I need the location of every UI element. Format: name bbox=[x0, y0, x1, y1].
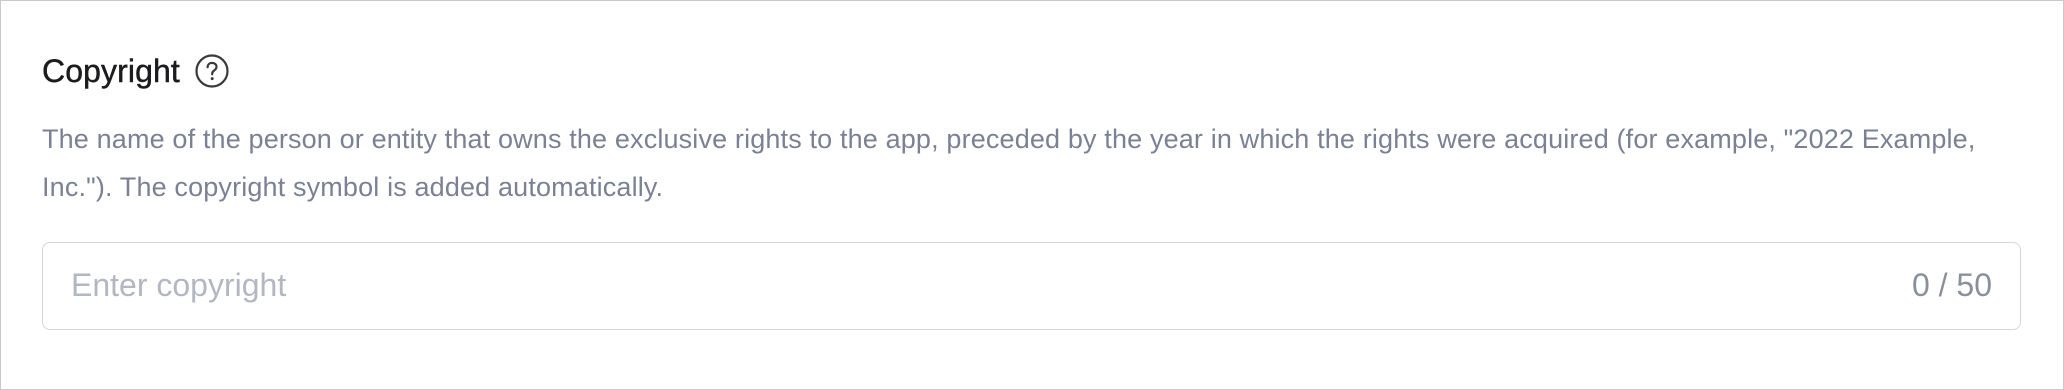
section-description: The name of the person or entity that ow… bbox=[42, 124, 1976, 202]
question-circle-icon[interactable] bbox=[194, 53, 230, 89]
character-counter: 0 / 50 bbox=[1911, 267, 1992, 303]
copyright-panel: Copyright The name of the person or enti… bbox=[0, 0, 2064, 390]
question-circle-icon-graphic bbox=[195, 54, 229, 88]
section-header: Copyright bbox=[42, 47, 230, 95]
section-title: Copyright bbox=[42, 53, 180, 89]
copyright-input[interactable] bbox=[71, 243, 1771, 328]
copyright-field[interactable]: 0 / 50 bbox=[42, 242, 2021, 330]
